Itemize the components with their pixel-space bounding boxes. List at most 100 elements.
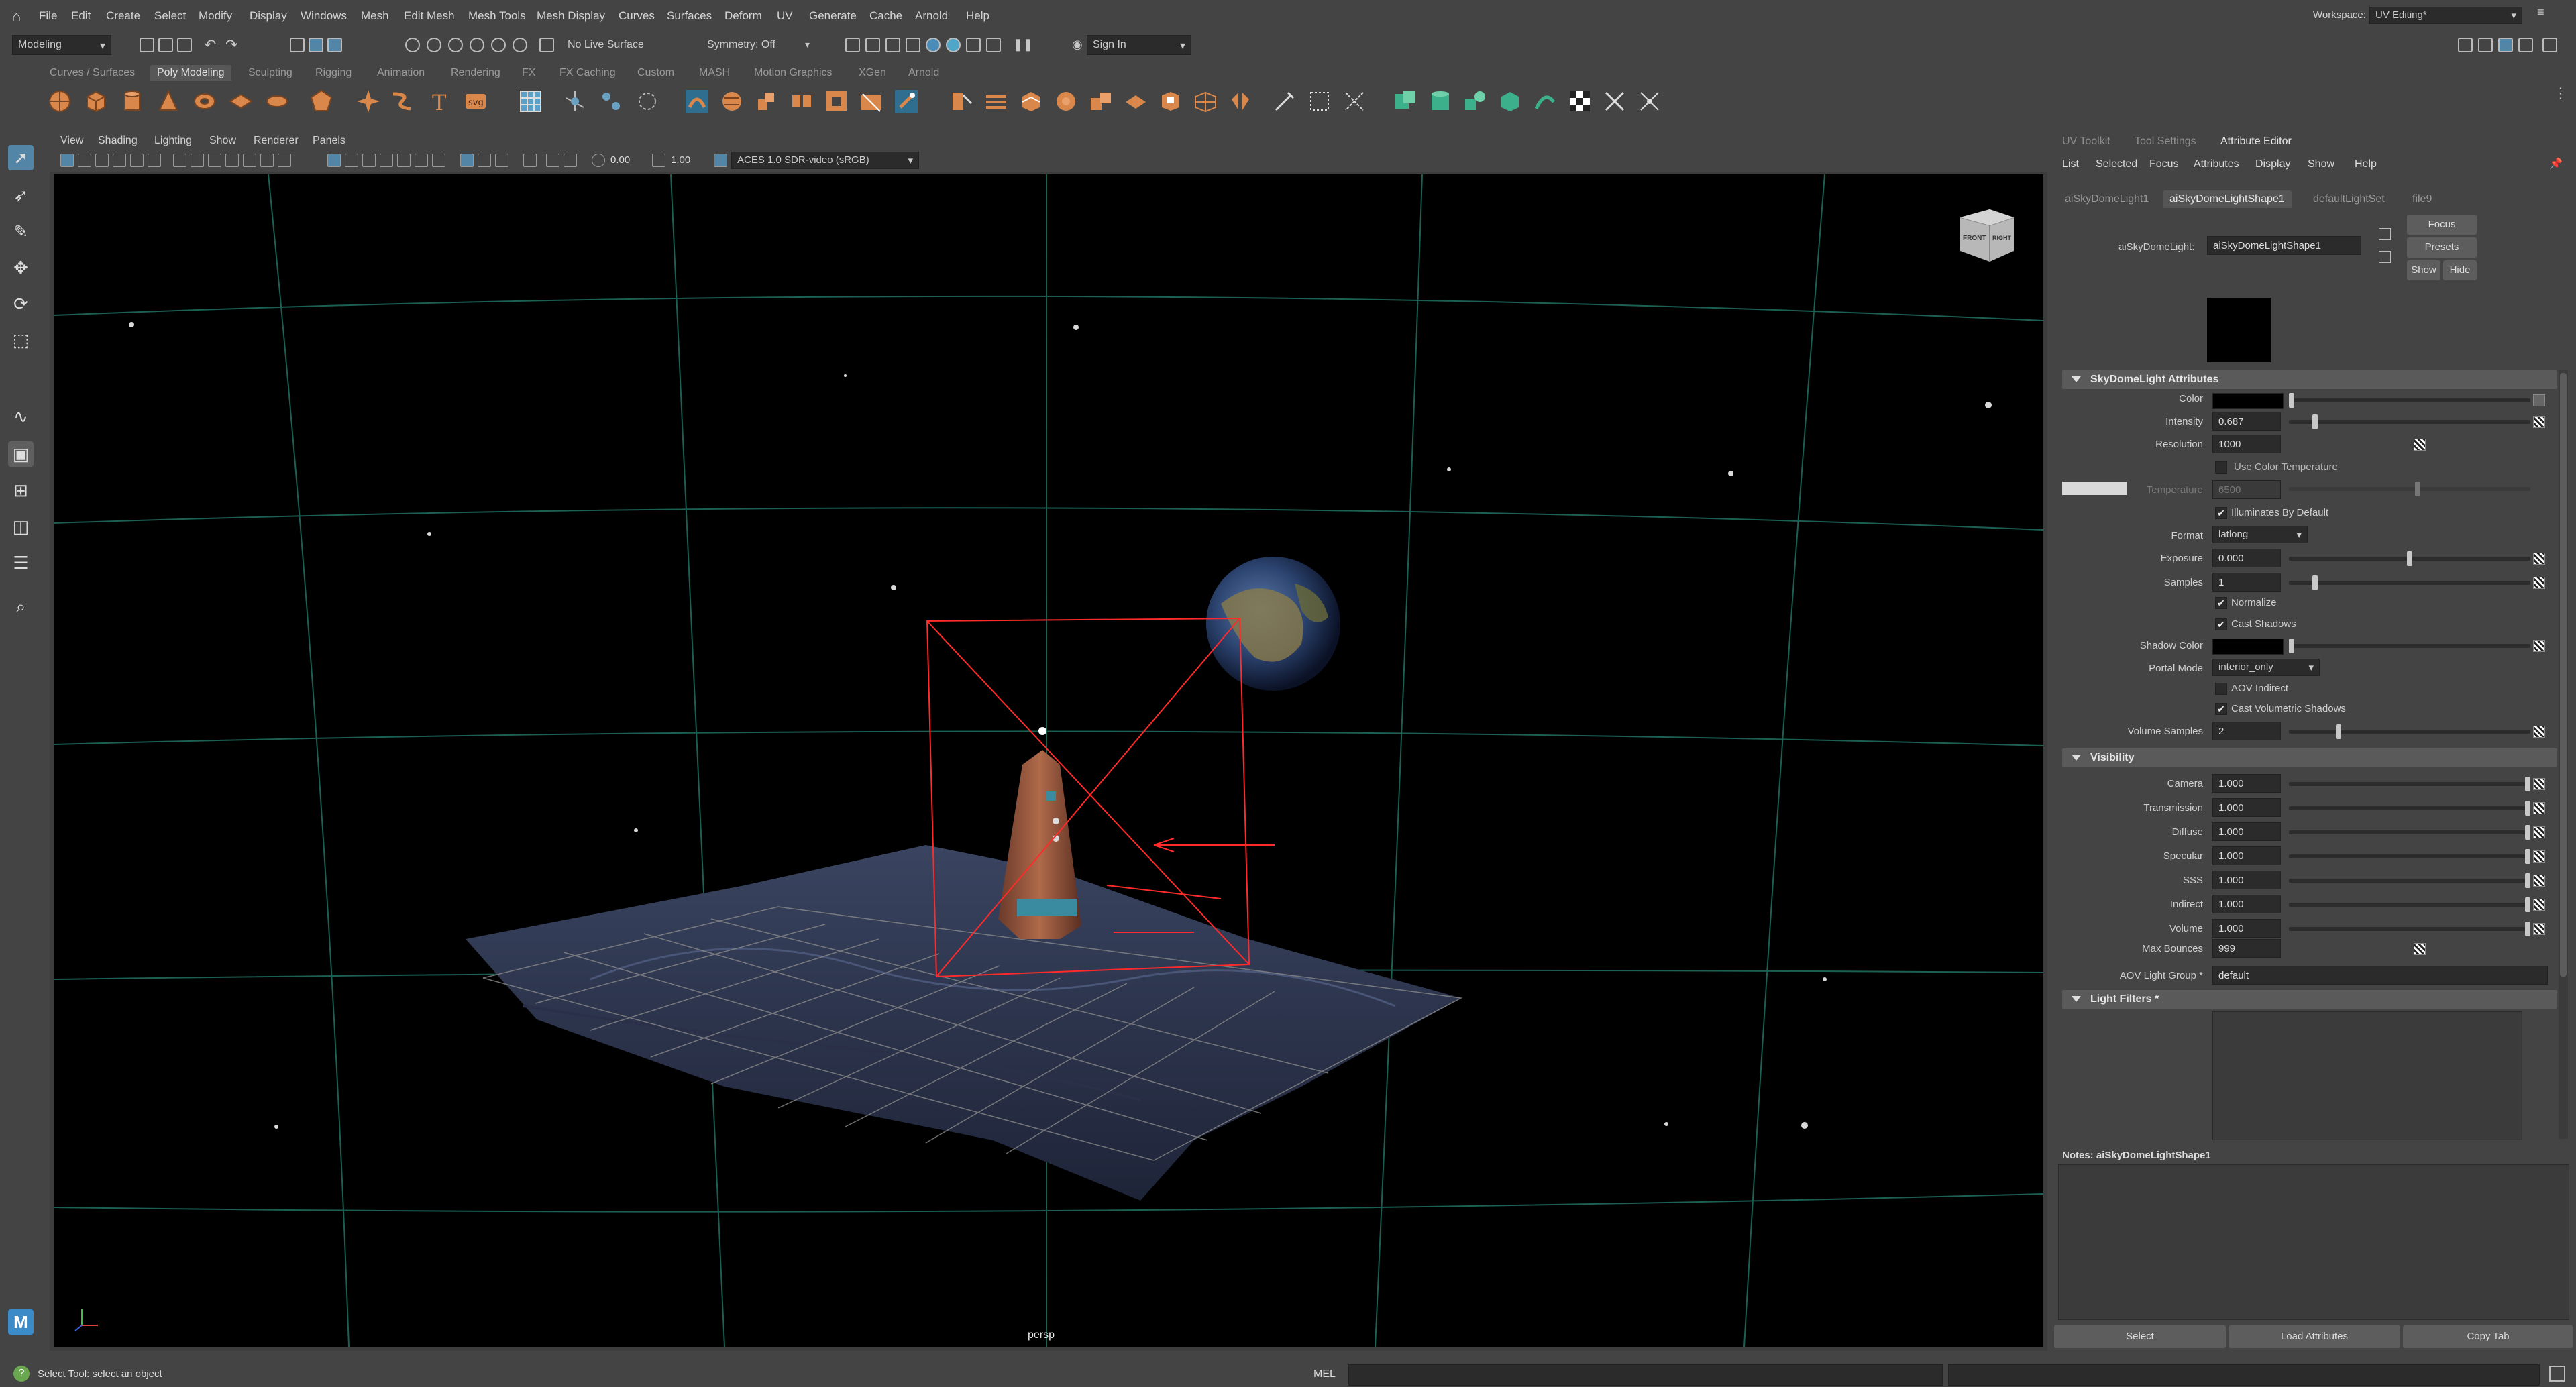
visibility-camera-slider-knob[interactable]: [2525, 777, 2530, 791]
visibility-indirect-slider[interactable]: [2289, 897, 2530, 912]
node-tab-default-light-set[interactable]: defaultLightSet: [2306, 190, 2392, 208]
visibility-transmission-map-button[interactable]: [2533, 802, 2545, 814]
portal-mode-dropdown[interactable]: interior_only ▾: [2212, 659, 2320, 676]
render-sequence-icon[interactable]: [865, 38, 880, 52]
exposure-icon[interactable]: [592, 154, 605, 167]
volume-samples-field[interactable]: 2: [2212, 722, 2281, 740]
sweep-mesh-icon[interactable]: [389, 89, 415, 114]
safe-action-icon[interactable]: [260, 154, 274, 167]
bevel-icon[interactable]: [789, 89, 814, 114]
xray-joints-icon[interactable]: [564, 154, 577, 167]
bookmark-icon[interactable]: [95, 154, 109, 167]
intensity-slider[interactable]: [2289, 414, 2530, 429]
hide-button[interactable]: Hide: [2443, 260, 2477, 280]
append-polygon-icon[interactable]: [719, 89, 745, 114]
ae-menu-focus[interactable]: Focus: [2149, 158, 2179, 170]
shelf-tab-custom[interactable]: Custom: [637, 67, 674, 79]
uv-layout-icon[interactable]: [1307, 89, 1332, 114]
cut-uv-icon[interactable]: [1532, 89, 1558, 114]
node-tab-skydome-shape[interactable]: aiSkyDomeLightShape1: [2163, 190, 2292, 208]
wireframe-on-shaded-icon[interactable]: [380, 154, 393, 167]
resolution-map-button[interactable]: [2414, 439, 2426, 451]
focus-node-icon[interactable]: [2379, 228, 2391, 240]
visibility-diffuse-field[interactable]: 1.000: [2212, 822, 2281, 841]
scale-tool-icon[interactable]: ⬚: [8, 327, 34, 353]
intensity-field[interactable]: 0.687: [2212, 412, 2281, 431]
ae-menu-help[interactable]: Help: [2355, 158, 2377, 170]
menu-file[interactable]: File: [39, 9, 57, 23]
sign-in-dropdown[interactable]: Sign In ▾: [1087, 35, 1191, 55]
shelf-tab-curves-surfaces[interactable]: Curves / Surfaces: [50, 67, 135, 79]
visibility-volume-field[interactable]: 1.000: [2212, 919, 2281, 938]
menu-set-dropdown[interactable]: Modeling ▾: [12, 35, 111, 55]
automatic-map-icon[interactable]: [1497, 89, 1523, 114]
select-button[interactable]: Select: [2054, 1325, 2226, 1348]
two-d-pan-icon[interactable]: [130, 154, 144, 167]
visibility-diffuse-map-button[interactable]: [2533, 826, 2545, 838]
show-attribute-editor-icon[interactable]: [2498, 38, 2513, 52]
use-color-temperature-checkbox[interactable]: [2215, 461, 2227, 474]
checker-map-icon[interactable]: [1567, 89, 1593, 114]
gate-mask-icon[interactable]: [225, 154, 239, 167]
menu-help[interactable]: Help: [966, 9, 989, 23]
poly-torus-icon[interactable]: [192, 89, 217, 114]
motion-blur-icon[interactable]: [478, 154, 491, 167]
curve-tool-icon[interactable]: ∿: [8, 404, 34, 429]
shelf-tab-rendering[interactable]: Rendering: [451, 67, 500, 79]
exposure-map-button[interactable]: [2533, 553, 2545, 565]
node-tab-file9[interactable]: file9: [2406, 190, 2438, 208]
shelf-tab-motion-graphics[interactable]: Motion Graphics: [754, 67, 833, 79]
go-to-output-icon[interactable]: [2379, 251, 2391, 263]
shelf-tab-sculpting[interactable]: Sculpting: [248, 67, 292, 79]
cast-shadows-checkbox[interactable]: ✔: [2215, 618, 2227, 630]
attribute-editor-scrollbar[interactable]: [2559, 370, 2568, 1139]
visibility-specular-map-button[interactable]: [2533, 850, 2545, 863]
extrude-icon[interactable]: [754, 89, 780, 114]
type-tool-icon[interactable]: T: [427, 89, 452, 114]
section-light-filters[interactable]: Light Filters *: [2062, 990, 2557, 1009]
sculpt-mesh-icon[interactable]: [1053, 89, 1079, 114]
render-settings-icon[interactable]: [906, 38, 920, 52]
grid-toggle-icon[interactable]: [173, 154, 186, 167]
select-tool-icon[interactable]: ➚: [8, 145, 34, 170]
ae-menu-list[interactable]: List: [2062, 158, 2079, 170]
xray-icon[interactable]: [546, 154, 559, 167]
multi-cut-icon[interactable]: [859, 89, 884, 114]
visibility-camera-field[interactable]: 1.000: [2212, 774, 2281, 793]
aov-indirect-checkbox[interactable]: [2215, 683, 2227, 695]
node-tab-skydome-transform[interactable]: aiSkyDomeLight1: [2058, 190, 2155, 208]
visibility-camera-map-button[interactable]: [2533, 778, 2545, 790]
shadows-icon[interactable]: [432, 154, 445, 167]
perspective-viewport[interactable]: FRONT RIGHT persp: [54, 174, 2043, 1347]
shelf-options-icon[interactable]: ⋮: [2553, 85, 2568, 102]
ae-menu-attributes[interactable]: Attributes: [2194, 158, 2239, 170]
visibility-specular-slider-knob[interactable]: [2525, 849, 2530, 864]
ipr-render-icon[interactable]: [885, 38, 900, 52]
super-shape-icon[interactable]: [356, 89, 381, 114]
poly-plane-icon[interactable]: [228, 89, 254, 114]
view-cube-front-label[interactable]: FRONT: [1963, 235, 1986, 242]
color-slider[interactable]: [2289, 393, 2530, 408]
new-scene-icon[interactable]: [140, 38, 154, 52]
vp-menu-lighting[interactable]: Lighting: [154, 135, 192, 147]
volume-samples-map-button[interactable]: [2533, 726, 2545, 738]
menu-select[interactable]: Select: [154, 9, 186, 23]
planar-map-icon[interactable]: [1393, 89, 1418, 114]
shelf-tab-rigging[interactable]: Rigging: [315, 67, 352, 79]
intensity-slider-knob[interactable]: [2312, 414, 2318, 429]
light-filters-list[interactable]: [2212, 1011, 2522, 1140]
smooth-shade-icon[interactable]: [362, 154, 376, 167]
menu-uv[interactable]: UV: [777, 9, 793, 23]
undo-icon[interactable]: ↶: [204, 36, 216, 54]
select-hierarchy-icon[interactable]: [290, 38, 305, 52]
show-modeling-toolkit-icon[interactable]: [2458, 38, 2473, 52]
tab-tool-settings[interactable]: Tool Settings: [2135, 135, 2196, 148]
view-transform-dropdown[interactable]: ACES 1.0 SDR-video (sRGB) ▾: [731, 152, 919, 169]
visibility-volume-map-button[interactable]: [2533, 923, 2545, 935]
normalize-checkbox[interactable]: ✔: [2215, 597, 2227, 609]
anti-aliasing-icon[interactable]: [495, 154, 508, 167]
bridge-icon[interactable]: [684, 89, 710, 114]
menu-mesh-display[interactable]: Mesh Display: [537, 9, 605, 23]
move-tool-icon[interactable]: ✥: [8, 255, 34, 280]
script-editor-icon[interactable]: [2549, 1366, 2565, 1382]
